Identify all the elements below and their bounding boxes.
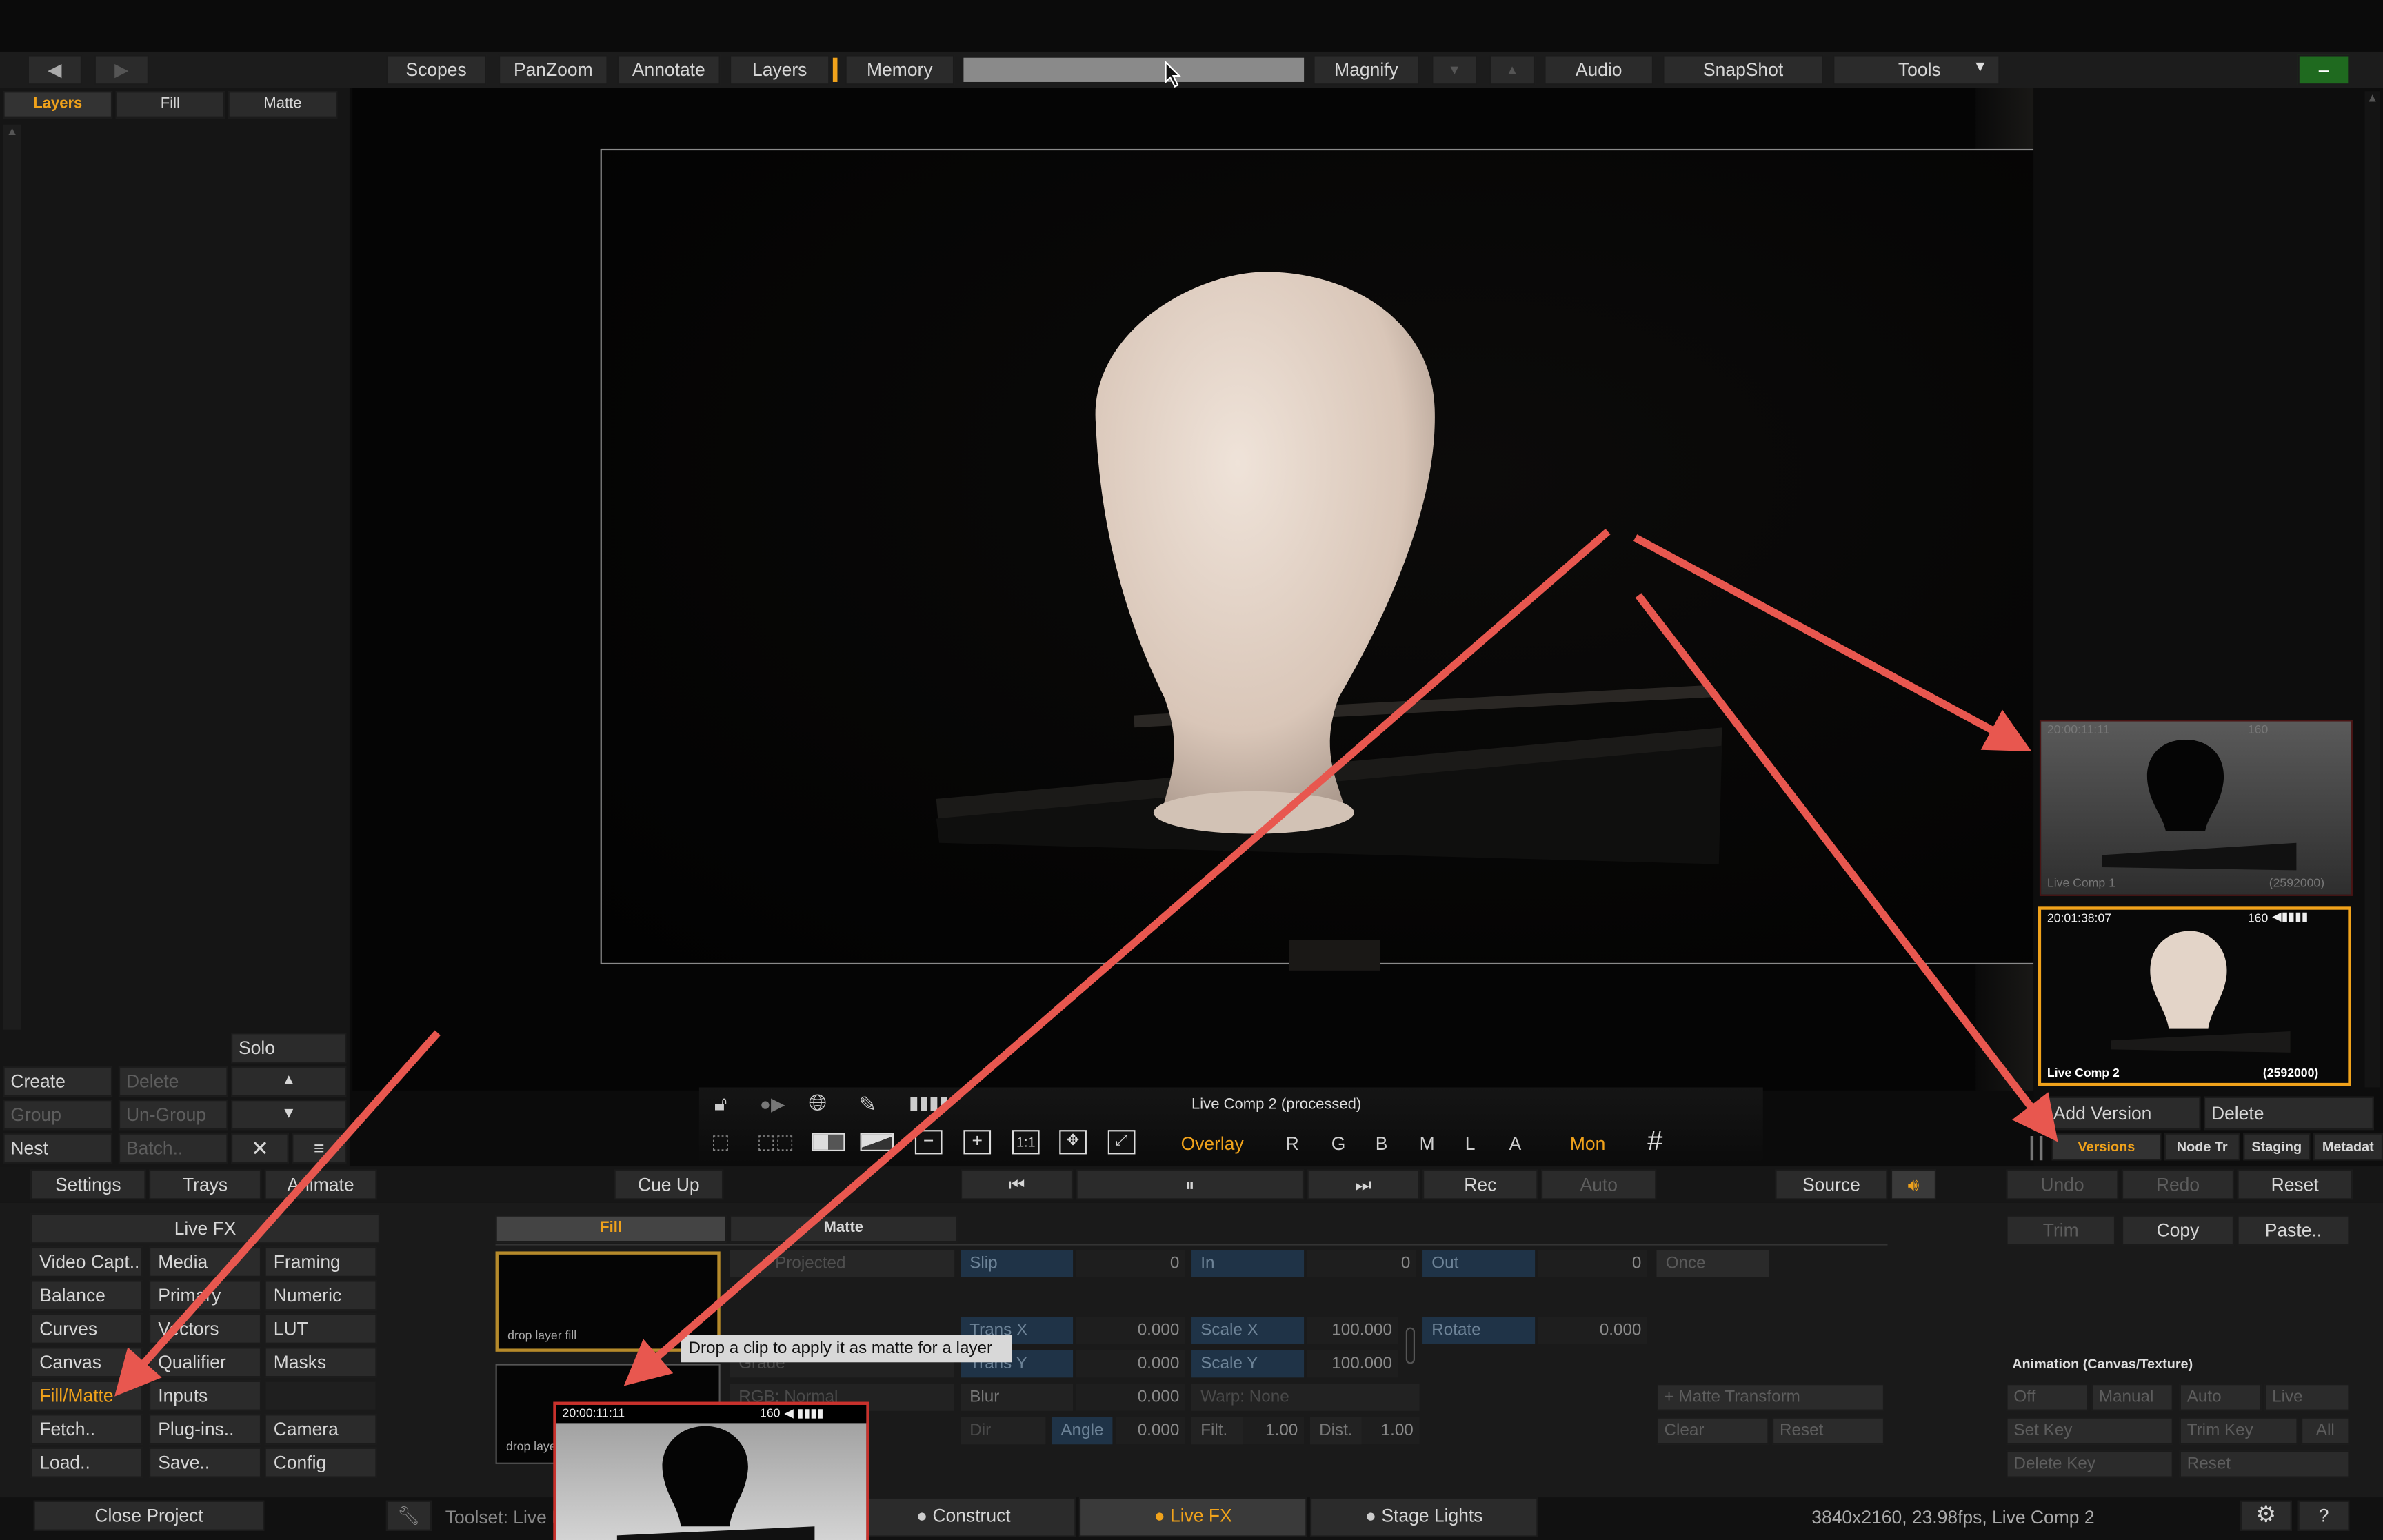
annotation-arrows — [114, 528, 2058, 1397]
arrow-to-matte-drop — [623, 528, 1611, 1386]
arrow-to-fill-matte — [114, 1030, 441, 1397]
arrow-to-thumb-1 — [1633, 534, 2032, 752]
arrow-to-versions-tab — [1635, 593, 2058, 1142]
app-window: ◀ ▶ Scopes PanZoom Annotate Layers Memor… — [0, 0, 2383, 1540]
